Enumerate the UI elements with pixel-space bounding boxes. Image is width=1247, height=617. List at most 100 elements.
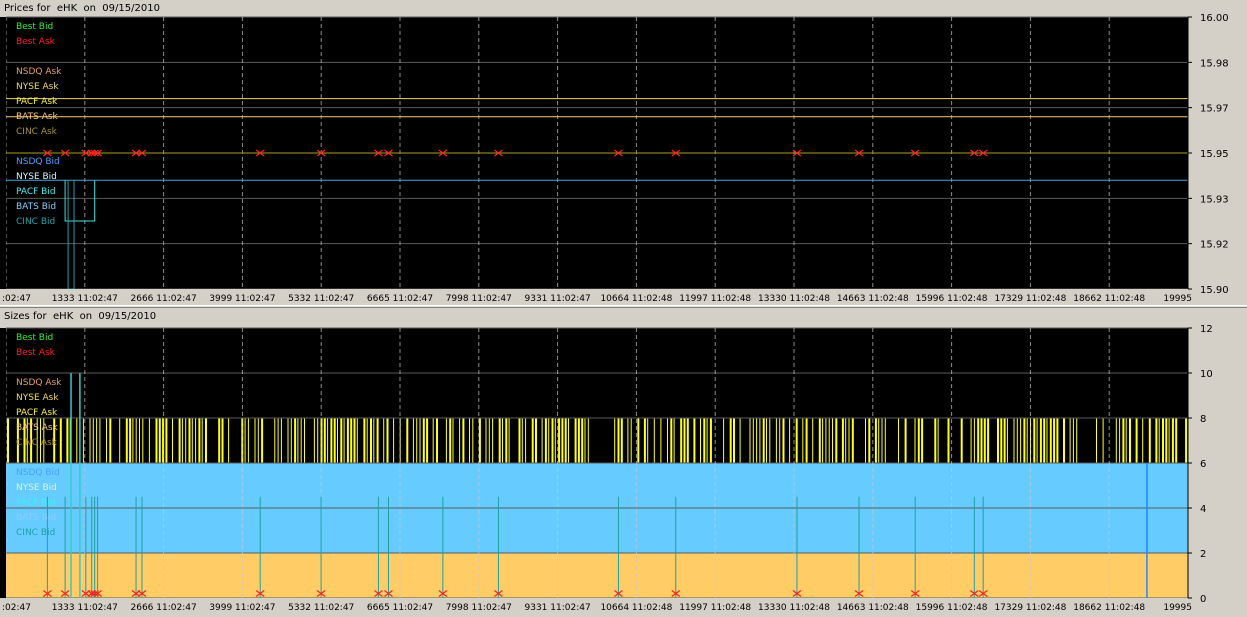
- ask-size-stripe: [884, 418, 886, 463]
- ask-size-stripe: [970, 418, 972, 463]
- ask-size-stripe: [1053, 418, 1056, 463]
- ask-size-stripe: [188, 418, 191, 463]
- ask-size-stripe: [228, 418, 230, 463]
- ask-size-stripe: [723, 418, 725, 463]
- ask-size-stripe: [779, 418, 781, 463]
- ask-size-stripe: [1115, 418, 1117, 463]
- ask-size-stripe: [1158, 418, 1160, 463]
- x-tick-label: :02:47: [2, 294, 31, 304]
- x-tick-label: 13330 11:02:48: [758, 294, 830, 304]
- legend-entry: NYSE Ask: [16, 393, 59, 403]
- ask-size-stripe: [393, 418, 395, 463]
- x-tick-label: 17329 11:02:48: [994, 294, 1066, 304]
- ask-size-stripe: [1168, 418, 1170, 463]
- legend-entry: CINC Ask: [16, 127, 58, 137]
- ask-size-stripe: [1063, 418, 1065, 463]
- ask-size-stripe: [502, 418, 503, 463]
- ask-size-stripe: [155, 418, 158, 463]
- ask-size-stripe: [221, 418, 224, 463]
- ask-size-stripe: [366, 418, 368, 463]
- ask-size-stripe: [109, 418, 112, 463]
- ask-size-stripe: [670, 418, 673, 463]
- y-tick-label: 15.92: [1200, 240, 1229, 251]
- ask-size-stripe: [7, 418, 9, 463]
- ask-size-stripe: [643, 418, 646, 463]
- legend-entry: BATS Bid: [16, 202, 56, 212]
- ask-size-stripe: [432, 418, 434, 463]
- x-tick-label: 11997 11:02:48: [679, 294, 751, 304]
- legend-entry: Best Bid: [16, 22, 53, 32]
- ask-size-stripe: [132, 418, 134, 463]
- ask-size-stripe: [630, 418, 632, 463]
- ask-size-stripe: [997, 418, 999, 463]
- ask-size-stripe: [172, 418, 173, 463]
- ask-size-stripe: [898, 418, 899, 463]
- ask-size-stripe: [551, 418, 554, 463]
- ask-size-stripe: [469, 418, 470, 463]
- ask-size-stripe: [693, 418, 696, 463]
- x-tick-label: 18662 11:02:48: [1073, 294, 1145, 304]
- ask-size-stripe: [135, 418, 137, 463]
- ask-size-stripe: [89, 418, 91, 463]
- ask-size-stripe: [627, 418, 629, 463]
- ask-size-stripe: [775, 418, 777, 463]
- ask-size-stripe: [795, 418, 798, 463]
- ask-size-stripe: [198, 418, 201, 463]
- legend-entry: PACF Ask: [16, 97, 58, 107]
- legend-entry: NSDQ Ask: [16, 378, 62, 388]
- y-tick-label: 16.00: [1200, 13, 1229, 24]
- prices-title: Prices for eHK on 09/15/2010: [4, 3, 160, 14]
- ask-size-stripe: [934, 418, 937, 463]
- ask-size-stripe: [525, 418, 527, 463]
- ask-size-stripe: [422, 418, 425, 463]
- ask-size-stripe: [337, 418, 338, 463]
- ask-size-stripe: [1006, 418, 1008, 463]
- ask-size-stripe: [317, 418, 319, 463]
- ask-size-stripe: [987, 418, 990, 463]
- ask-size-stripe: [980, 418, 983, 463]
- x-tick-label: 5332 11:02:47: [288, 603, 354, 613]
- ask-size-stripe: [686, 418, 689, 463]
- legend-entry: BATS Bid: [16, 513, 56, 523]
- ask-size-stripe: [1072, 418, 1074, 463]
- ask-size-stripe: [647, 418, 649, 463]
- ask-size-stripe: [835, 418, 838, 463]
- ask-size-stripe: [1165, 418, 1168, 463]
- legend-entry: Best Bid: [16, 333, 53, 343]
- ask-size-stripe: [973, 418, 975, 463]
- ask-size-stripe: [617, 418, 620, 463]
- ask-size-stripe: [802, 418, 804, 463]
- ask-size-stripe: [1162, 418, 1164, 463]
- ask-size-stripe: [1102, 418, 1104, 463]
- ask-size-stripe: [472, 418, 474, 463]
- ask-size-stripe: [812, 418, 814, 463]
- plot-left-edge: [0, 17, 6, 289]
- legend-entry: PACF Bid: [16, 498, 56, 508]
- ask-size-stripe: [789, 418, 791, 463]
- ask-size-stripe: [373, 418, 375, 463]
- x-tick-label: 13330 11:02:48: [758, 603, 830, 613]
- ask-size-stripe: [280, 418, 282, 463]
- size-band: [6, 553, 1188, 598]
- ask-size-stripe: [274, 418, 276, 463]
- ask-size-stripe: [937, 418, 939, 463]
- y-tick-label: 15.93: [1200, 194, 1229, 205]
- ask-size-stripe: [868, 418, 871, 463]
- ask-size-stripe: [874, 418, 877, 463]
- ask-size-stripe: [1046, 418, 1048, 463]
- y-tick-label: 6: [1200, 459, 1206, 470]
- ask-size-stripe: [485, 418, 487, 463]
- ask-size-stripe: [1142, 418, 1144, 463]
- ask-size-stripe: [851, 418, 854, 463]
- legend-entry: CINC Bid: [16, 217, 55, 227]
- ask-size-stripe: [921, 418, 924, 463]
- ask-size-stripe: [1026, 418, 1028, 463]
- ask-size-stripe: [1016, 418, 1018, 463]
- ask-size-stripe: [257, 418, 259, 463]
- ask-size-stripe: [191, 418, 193, 463]
- ask-size-stripe: [584, 418, 586, 463]
- ask-size-stripe: [1043, 418, 1046, 463]
- ask-size-stripe: [1096, 418, 1097, 463]
- ask-size-stripe: [581, 418, 584, 463]
- x-tick-label: 14663 11:02:48: [837, 294, 909, 304]
